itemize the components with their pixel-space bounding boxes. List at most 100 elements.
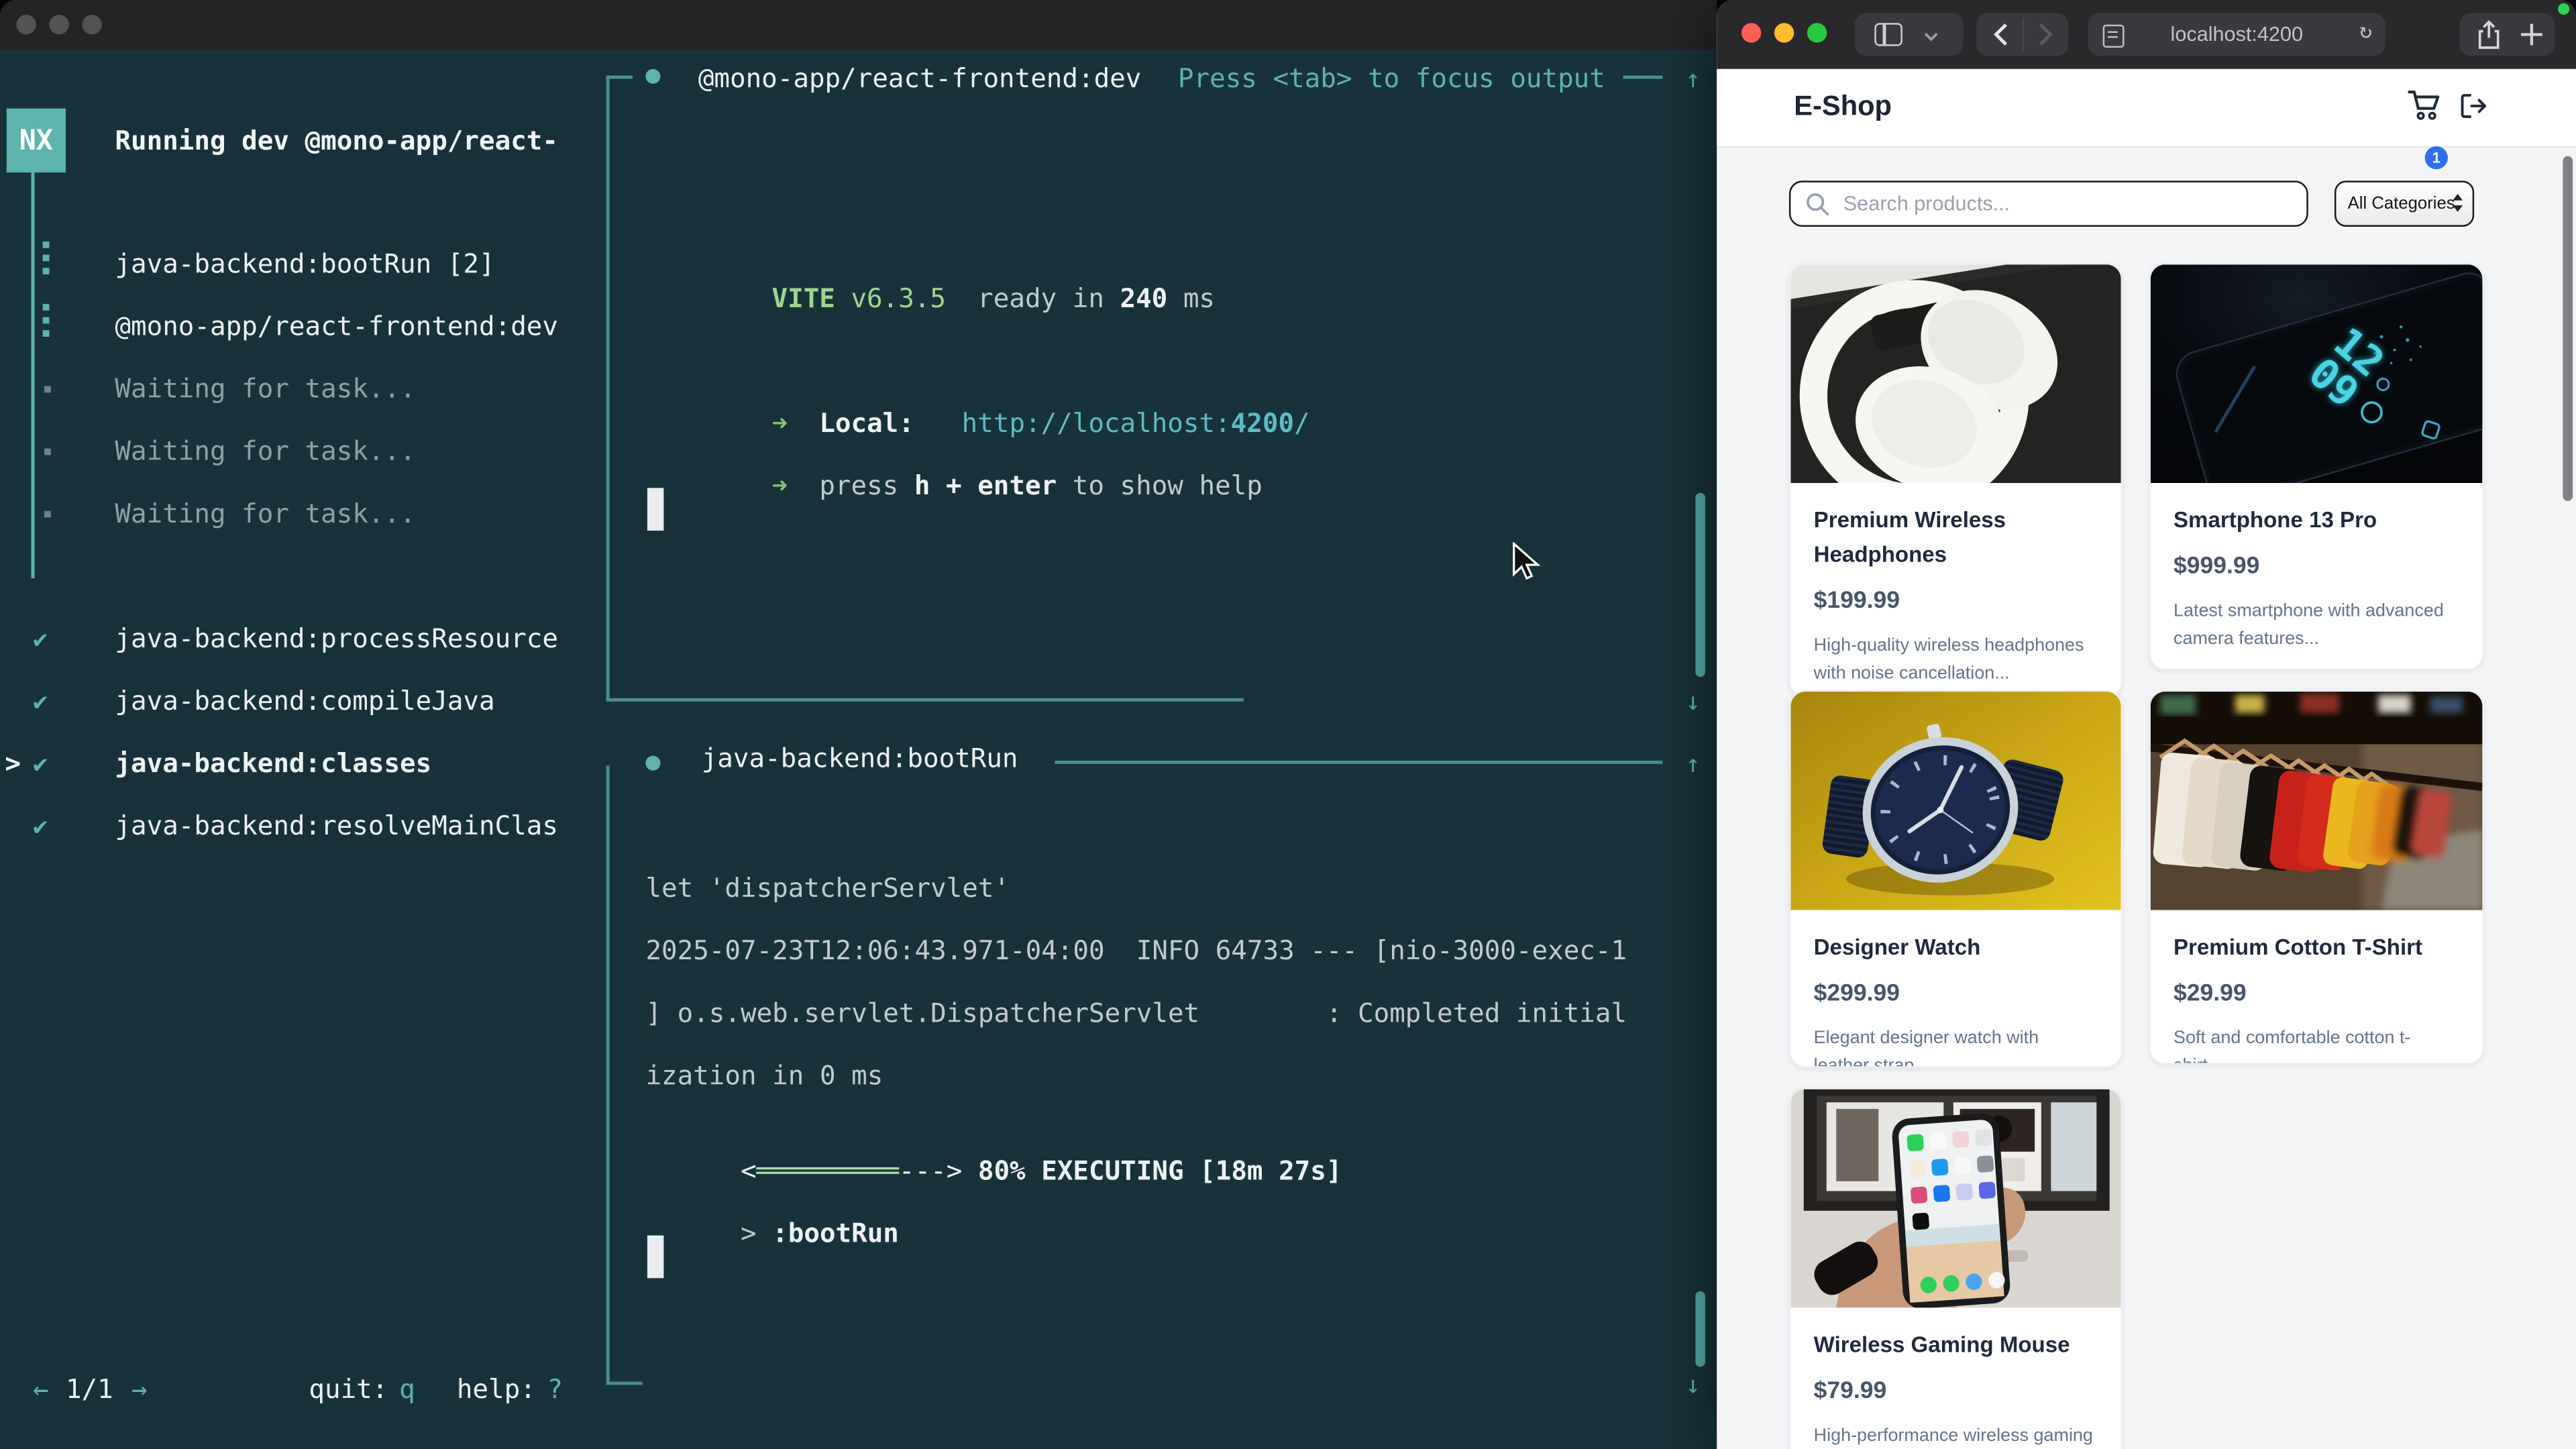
category-select[interactable]: All Categories	[2334, 180, 2474, 227]
address-url: localhost:4200	[2088, 23, 2385, 46]
header-rule	[1623, 76, 1663, 79]
task-row-done-selected[interactable]: > ✔ java-backend:classes	[0, 747, 604, 780]
address-bar[interactable]: localhost:4200 ↻	[2088, 13, 2385, 56]
pager-left-icon[interactable]: ←	[33, 1373, 49, 1406]
chevron-down-icon	[1924, 30, 1939, 44]
task-status-dot-icon	[645, 69, 660, 84]
logout-button[interactable]	[2459, 92, 2487, 120]
toolbar-action-group	[2459, 13, 2555, 56]
log-line: let 'dispatcherServlet'	[645, 872, 1010, 905]
task-row-running[interactable]: @mono-app/react-frontend:dev	[0, 311, 604, 343]
product-card[interactable]: Premium Cotton T-Shirt $29.99 Soft and c…	[2149, 690, 2484, 1065]
product-description: Latest smartphone with advanced camera f…	[2174, 598, 2459, 652]
product-card[interactable]: Premium Wireless Headphones $199.99 High…	[1789, 263, 2123, 698]
product-card[interactable]: 12 09 12 09 Smartphone 13 Pro	[2149, 263, 2484, 670]
cart-count-badge: 1	[2425, 146, 2448, 169]
task-row-done[interactable]: ✔ java-backend:compileJava	[0, 685, 604, 718]
help-hint-key: ?	[547, 1373, 564, 1406]
shop-title: E-Shop	[1794, 91, 1892, 123]
search-input[interactable]	[1840, 184, 2298, 223]
mouse-cursor	[1511, 542, 1541, 582]
panel-border	[606, 698, 1244, 702]
product-price: $299.99	[1814, 981, 2098, 1007]
product-description: Soft and comfortable cotton t-shirt...	[2174, 1025, 2459, 1065]
pending-dot-icon	[44, 386, 51, 393]
output-task-title: java-backend:bootRun	[702, 743, 1018, 775]
window-minimize-icon[interactable]	[1774, 23, 1794, 42]
localhost-link[interactable]: http://localhost:4200/	[962, 407, 1310, 439]
panel-border	[606, 765, 610, 1385]
product-price: $199.99	[1814, 588, 2098, 614]
quit-hint-label: quit:	[309, 1373, 388, 1406]
task-label: Waiting for task...	[115, 498, 415, 531]
product-image-smartphone: 12 09 12 09	[2151, 264, 2483, 483]
window-zoom-icon[interactable]	[1807, 23, 1827, 42]
new-tab-icon[interactable]	[2518, 21, 2544, 48]
window-close-icon[interactable]	[16, 15, 36, 34]
scroll-down-icon[interactable]: ↓	[1686, 685, 1701, 718]
window-close-icon[interactable]	[1741, 23, 1761, 42]
share-icon[interactable]	[2474, 19, 2504, 51]
window-zoom-icon[interactable]	[82, 15, 101, 34]
panel-border	[606, 76, 610, 700]
nav-divider	[2023, 18, 2024, 51]
terminal-cursor	[647, 1236, 663, 1279]
terminal-scrollbar-thumb[interactable]	[1695, 493, 1705, 677]
check-icon: ✔	[33, 685, 48, 718]
cart-button[interactable]	[2407, 87, 2443, 123]
back-icon[interactable]	[1991, 21, 2010, 48]
desktop: NX Running dev @mono-app/react- java-bac…	[0, 0, 2576, 1449]
product-image-watch	[1790, 692, 2121, 910]
pager-right-icon[interactable]: →	[131, 1373, 148, 1406]
check-icon: ✔	[33, 623, 48, 655]
sidebar-button[interactable]	[1855, 13, 1964, 56]
shop-header: E-Shop 1	[1717, 69, 2576, 148]
task-row-waiting[interactable]: Waiting for task...	[0, 373, 604, 406]
terminal-cursor	[647, 488, 663, 531]
terminal-heading: Running dev @mono-app/react-	[115, 125, 558, 158]
window-minimize-icon[interactable]	[49, 15, 68, 34]
focus-hint: Press <tab> to focus output	[1178, 62, 1605, 95]
task-row-waiting[interactable]: Waiting for task...	[0, 435, 604, 468]
scroll-up-icon[interactable]: ↑	[1686, 747, 1701, 780]
vite-ready-line: VITEv6.3.5ready in240ms	[677, 250, 1215, 348]
product-description: Elegant designer watch with leather stra…	[1814, 1025, 2098, 1068]
product-card[interactable]: Wireless Gaming Mouse $79.99 High-perfor…	[1789, 1087, 2123, 1449]
forward-icon[interactable]	[2035, 21, 2055, 48]
scroll-down-icon[interactable]: ↓	[1686, 1368, 1701, 1401]
output-task-title: @mono-app/react-frontend:dev	[698, 62, 1142, 95]
panel-border	[606, 76, 633, 79]
task-status-dot-icon	[645, 756, 660, 771]
log-line: 2025-07-23T12:06:43.971-04:00 INFO 64733…	[645, 934, 1627, 967]
product-price: $29.99	[2174, 981, 2459, 1007]
log-line: ] o.s.web.servlet.DispatcherServlet : Co…	[645, 998, 1627, 1030]
task-label: java-backend:resolveMainClas	[115, 810, 558, 843]
safari-toolbar[interactable]: localhost:4200 ↻	[1717, 0, 2576, 69]
product-image-mouse	[1790, 1089, 2121, 1308]
page-scrollbar-thumb[interactable]	[2563, 156, 2573, 501]
status-dot-icon	[2558, 3, 2569, 15]
header-rule	[1055, 761, 1662, 764]
product-card[interactable]: Designer Watch $299.99 Elegant designer …	[1789, 690, 2123, 1068]
prompt-arrow-icon: ➜	[772, 470, 788, 501]
selection-pointer-icon: >	[5, 747, 21, 780]
task-row-running[interactable]: java-backend:bootRun [2]	[0, 248, 604, 281]
spinner-icon	[43, 241, 50, 281]
terminal-titlebar[interactable]	[0, 0, 1717, 49]
terminal-scrollbar-thumb[interactable]	[1695, 1291, 1705, 1367]
nav-button-group	[1976, 13, 2068, 56]
scroll-up-icon[interactable]: ↑	[1686, 62, 1701, 95]
spinner-icon	[43, 304, 50, 343]
select-arrows-icon	[2453, 194, 2463, 211]
safari-window: localhost:4200 ↻ E-Shop 1	[1717, 0, 2576, 1449]
quit-hint-key: q	[399, 1373, 415, 1406]
task-row-waiting[interactable]: Waiting for task...	[0, 498, 604, 531]
pending-dot-icon	[44, 449, 51, 455]
reload-icon[interactable]: ↻	[2359, 19, 2372, 44]
product-name: Designer Watch	[1814, 930, 2098, 964]
task-row-done[interactable]: ✔ java-backend:resolveMainClas	[0, 810, 604, 843]
category-select-value: All Categories	[2348, 194, 2455, 213]
check-icon: ✔	[33, 747, 48, 780]
task-row-done[interactable]: ✔ java-backend:processResource	[0, 623, 604, 655]
product-image-tshirt	[2151, 692, 2483, 910]
